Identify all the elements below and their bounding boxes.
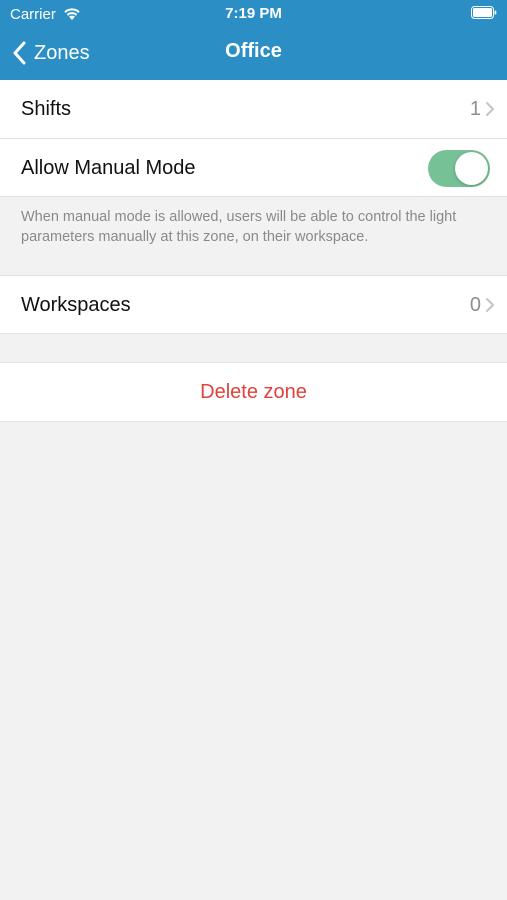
workspaces-row[interactable]: Workspaces 0 [0,276,507,334]
shifts-row[interactable]: Shifts 1 [0,80,507,138]
battery-icon [471,6,497,19]
manual-mode-row: Allow Manual Mode [0,139,507,197]
page-title: Office [225,40,282,62]
divider [0,421,507,422]
chevron-right-icon [486,298,494,312]
status-time: 7:19 PM [225,5,282,22]
toggle-knob [455,152,488,185]
divider [0,196,507,197]
manual-mode-footnote: When manual mode is allowed, users will … [21,209,457,245]
divider [0,333,507,334]
navigation-header: Carrier 7:19 PM Zones Office [0,0,507,80]
manual-mode-label: Allow Manual Mode [21,157,196,179]
delete-zone-label: Delete zone [200,381,307,403]
status-bar: Carrier 7:19 PM [0,0,507,28]
shifts-count: 1 [469,98,481,120]
shifts-label: Shifts [21,98,72,120]
delete-zone-button[interactable]: Delete zone [0,363,507,421]
chevron-right-icon [486,102,494,116]
workspaces-count: 0 [469,294,481,316]
manual-mode-toggle[interactable] [428,150,490,187]
nav-bar: Zones Office [0,28,507,80]
workspaces-label: Workspaces [21,294,131,316]
